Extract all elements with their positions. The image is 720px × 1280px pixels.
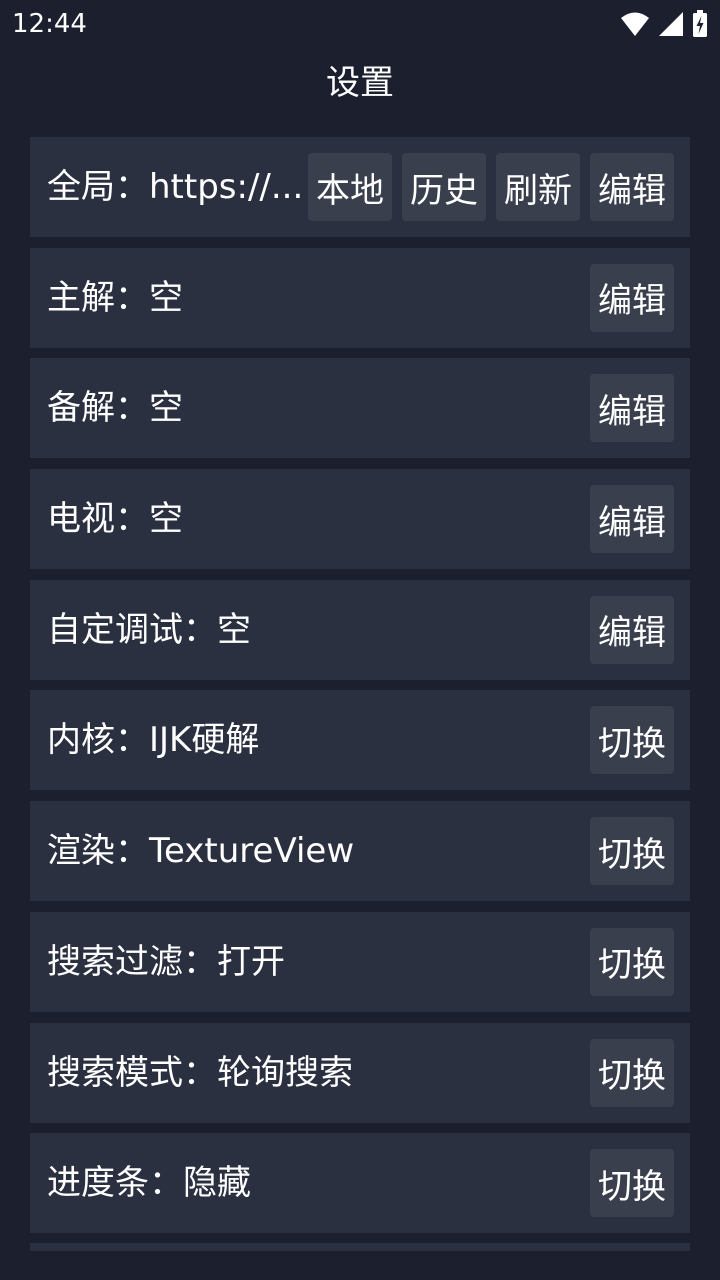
settings-list: 全局：https://... 本地 历史 刷新 编辑 主解：空 编辑 备解：空 …: [30, 137, 690, 1244]
setting-label: 电视：空: [47, 499, 183, 540]
page-title: 设置: [326, 63, 394, 103]
setting-row-partial: [30, 1243, 690, 1251]
setting-label: 自定调试：空: [47, 609, 251, 650]
setting-label: 搜索模式：轮询搜索: [47, 1052, 353, 1093]
setting-row-backup-parser: 备解：空 编辑: [30, 358, 690, 459]
wifi-icon: [620, 11, 650, 37]
edit-button[interactable]: 编辑: [590, 153, 674, 221]
setting-row-main-parser: 主解：空 编辑: [30, 247, 690, 348]
setting-buttons: 编辑: [590, 263, 674, 332]
switch-button[interactable]: 切换: [590, 817, 674, 886]
setting-buttons: 切换: [590, 706, 674, 775]
setting-label: 主解：空: [47, 277, 183, 318]
edit-button[interactable]: 编辑: [590, 595, 674, 664]
edit-button[interactable]: 编辑: [590, 263, 674, 332]
setting-row-render: 渲染：TextureView 切换: [30, 801, 690, 902]
setting-row-search-filter: 搜索过滤：打开 切换: [30, 911, 690, 1012]
switch-button[interactable]: 切换: [590, 927, 674, 996]
setting-buttons: 本地 历史 刷新 编辑: [308, 153, 674, 221]
setting-buttons: 切换: [590, 1038, 674, 1107]
setting-buttons: 切换: [590, 1149, 674, 1218]
switch-button[interactable]: 切换: [590, 1149, 674, 1218]
status-icons: [620, 10, 708, 38]
edit-button[interactable]: 编辑: [590, 485, 674, 554]
setting-row-search-mode: 搜索模式：轮询搜索 切换: [30, 1022, 690, 1123]
setting-row-kernel: 内核：IJK硬解 切换: [30, 690, 690, 791]
switch-button[interactable]: 切换: [590, 1038, 674, 1107]
local-button[interactable]: 本地: [308, 153, 392, 221]
setting-label: 备解：空: [47, 388, 183, 429]
setting-row-progress-bar: 进度条：隐藏 切换: [30, 1133, 690, 1234]
history-button[interactable]: 历史: [402, 153, 486, 221]
setting-buttons: 编辑: [590, 485, 674, 554]
setting-row-tv: 电视：空 编辑: [30, 469, 690, 570]
setting-label: 内核：IJK硬解: [47, 720, 260, 761]
setting-buttons: 切换: [590, 817, 674, 886]
edit-button[interactable]: 编辑: [590, 374, 674, 443]
setting-label: 进度条：隐藏: [47, 1163, 251, 1204]
battery-charging-icon: [692, 10, 708, 38]
switch-button[interactable]: 切换: [590, 706, 674, 775]
refresh-button[interactable]: 刷新: [496, 153, 580, 221]
setting-label: 全局：https://...: [47, 167, 304, 207]
setting-buttons: 切换: [590, 927, 674, 996]
setting-row-global: 全局：https://... 本地 历史 刷新 编辑: [30, 137, 690, 237]
status-bar: 12:44: [0, 0, 720, 48]
setting-buttons: 编辑: [590, 595, 674, 664]
setting-buttons: 编辑: [590, 374, 674, 443]
setting-row-custom-debug: 自定调试：空 编辑: [30, 579, 690, 680]
signal-icon: [658, 11, 684, 37]
setting-label: 渲染：TextureView: [47, 831, 355, 872]
status-time: 12:44: [12, 9, 87, 39]
setting-label: 搜索过滤：打开: [47, 941, 285, 982]
